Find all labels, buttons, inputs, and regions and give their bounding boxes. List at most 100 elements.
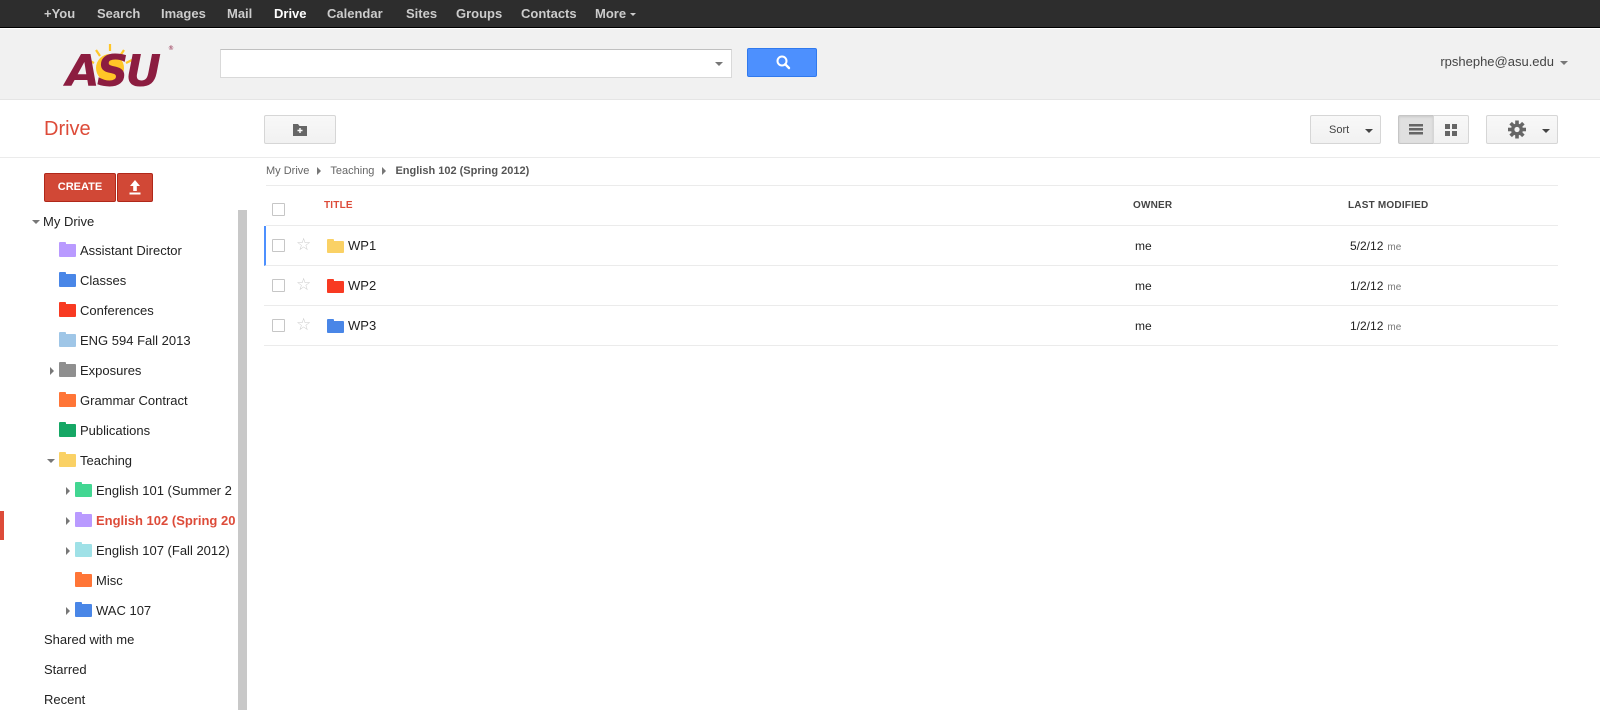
collapse-arrow-icon[interactable] (47, 459, 55, 463)
modified-by: me (1387, 322, 1402, 333)
google-bar: +You Search Images Mail Drive Calendar S… (0, 0, 1600, 28)
sidebar-item-label: English 107 (Fall 2012) (96, 543, 230, 558)
sidebar-item-label: Shared with me (44, 632, 135, 647)
folder-icon (59, 272, 76, 287)
modified-date: 1/2/12 (1350, 319, 1384, 333)
chevron-down-icon (630, 13, 637, 17)
upload-icon (129, 180, 141, 195)
sidebar-item-label: Assistant Director (80, 243, 182, 258)
sidebar-item-publications[interactable]: Publications (0, 420, 236, 442)
nav-drive[interactable]: Drive (274, 6, 307, 21)
nav-images[interactable]: Images (161, 6, 206, 21)
list-view-button[interactable] (1398, 115, 1434, 144)
sort-button[interactable]: Sort (1310, 115, 1381, 144)
expand-arrow-icon[interactable] (32, 220, 40, 224)
modified-by: me (1387, 242, 1402, 253)
sidebar-item-teaching[interactable]: Teaching (0, 450, 236, 472)
search-input[interactable] (221, 50, 691, 77)
svg-text:ASU: ASU (63, 46, 161, 90)
folder-icon (327, 319, 344, 333)
expand-arrow-icon[interactable] (66, 517, 70, 525)
settings-button[interactable] (1486, 115, 1558, 144)
sidebar-item-conferences[interactable]: Conferences (0, 300, 236, 322)
sidebar-item-english-107[interactable]: English 107 (Fall 2012) (0, 540, 236, 562)
nav-search[interactable]: Search (97, 6, 140, 21)
table-row[interactable]: ☆ WP3 me 1/2/12 me (264, 306, 1558, 346)
breadcrumb-current: English 102 (Spring 2012) (395, 165, 530, 177)
sidebar-item-exposures[interactable]: Exposures (0, 360, 236, 382)
expand-arrow-icon[interactable] (66, 607, 70, 615)
file-modified: 1/2/12 me (1350, 279, 1401, 293)
sidebar-item-recent[interactable]: Recent (44, 689, 224, 711)
search-options-dropdown-icon[interactable] (715, 62, 723, 66)
new-folder-icon (293, 124, 307, 136)
table-row[interactable]: ☆ WP1 me 5/2/12 me (264, 226, 1558, 266)
sidebar-item-english-101[interactable]: English 101 (Summer 2 (0, 480, 236, 502)
sidebar-item-label: Recent (44, 692, 86, 707)
divider (0, 157, 1600, 158)
header: ASU ® rpshephe@asu.edu (0, 29, 1600, 100)
nav-more[interactable]: More (595, 6, 637, 21)
sidebar-item-my-drive[interactable]: My Drive (30, 211, 230, 233)
file-name[interactable]: WP3 (348, 318, 376, 333)
sidebar-item-label: English 102 (Spring 20 (96, 513, 236, 528)
folder-icon (59, 302, 76, 317)
search-button[interactable] (747, 48, 817, 77)
grid-view-button[interactable] (1433, 115, 1469, 144)
app-title[interactable]: Drive (44, 118, 91, 141)
create-button[interactable]: CREATE (44, 173, 116, 202)
sidebar-item-eng-594[interactable]: ENG 594 Fall 2013 (0, 330, 236, 352)
table-row[interactable]: ☆ WP2 me 1/2/12 me (264, 266, 1558, 306)
upload-button[interactable] (117, 173, 153, 202)
nav-sites[interactable]: Sites (406, 6, 437, 21)
row-checkbox[interactable] (272, 239, 285, 252)
chevron-right-icon (382, 167, 387, 176)
row-checkbox[interactable] (272, 279, 285, 292)
nav-groups[interactable]: Groups (456, 6, 502, 21)
search-box[interactable] (220, 49, 732, 78)
file-name[interactable]: WP1 (348, 238, 376, 253)
folder-icon (75, 572, 92, 587)
magnifier-icon (776, 55, 791, 70)
folder-icon (59, 422, 76, 437)
sidebar-item-label: Teaching (80, 453, 133, 468)
chevron-right-icon (317, 167, 322, 176)
star-icon[interactable]: ☆ (296, 236, 311, 253)
expand-arrow-icon[interactable] (50, 367, 54, 375)
modified-date: 1/2/12 (1350, 279, 1384, 293)
asu-logo[interactable]: ASU ® (52, 38, 176, 90)
breadcrumb-teaching[interactable]: Teaching (330, 165, 374, 177)
sidebar-item-classes[interactable]: Classes (0, 270, 236, 292)
star-icon[interactable]: ☆ (296, 316, 311, 333)
star-icon[interactable]: ☆ (296, 276, 311, 293)
sidebar-scrollbar[interactable] (238, 210, 247, 710)
sidebar-item-starred[interactable]: Starred (44, 659, 224, 681)
file-name[interactable]: WP2 (348, 278, 376, 293)
nav-calendar[interactable]: Calendar (327, 6, 383, 21)
nav-more-label: More (595, 6, 627, 21)
expand-arrow-icon[interactable] (66, 547, 70, 555)
sidebar-item-assistant-director[interactable]: Assistant Director (0, 240, 236, 262)
modified-date: 5/2/12 (1350, 239, 1384, 253)
select-all-checkbox[interactable] (272, 203, 285, 216)
breadcrumb-my-drive[interactable]: My Drive (266, 165, 309, 177)
file-owner: me (1135, 279, 1152, 293)
row-checkbox[interactable] (272, 319, 285, 332)
nav-plus-you[interactable]: +You (44, 6, 75, 21)
new-folder-button[interactable] (264, 115, 336, 144)
sidebar-item-shared-with-me[interactable]: Shared with me (44, 629, 224, 651)
column-header-title[interactable]: TITLE (324, 200, 353, 211)
column-header-owner[interactable]: OWNER (1133, 200, 1172, 211)
folder-icon (75, 482, 92, 497)
nav-mail[interactable]: Mail (227, 6, 252, 21)
sidebar-item-english-102[interactable]: English 102 (Spring 20 (0, 510, 236, 532)
folder-icon (59, 392, 76, 407)
expand-arrow-icon[interactable] (66, 487, 70, 495)
folder-icon (75, 542, 92, 557)
sidebar-item-wac-107[interactable]: WAC 107 (0, 600, 236, 622)
sidebar-item-grammar-contract[interactable]: Grammar Contract (0, 390, 236, 412)
account-menu[interactable]: rpshephe@asu.edu (1440, 54, 1568, 69)
column-header-last-modified[interactable]: LAST MODIFIED (1348, 200, 1428, 211)
sidebar-item-misc[interactable]: Misc (0, 570, 236, 592)
nav-contacts[interactable]: Contacts (521, 6, 577, 21)
